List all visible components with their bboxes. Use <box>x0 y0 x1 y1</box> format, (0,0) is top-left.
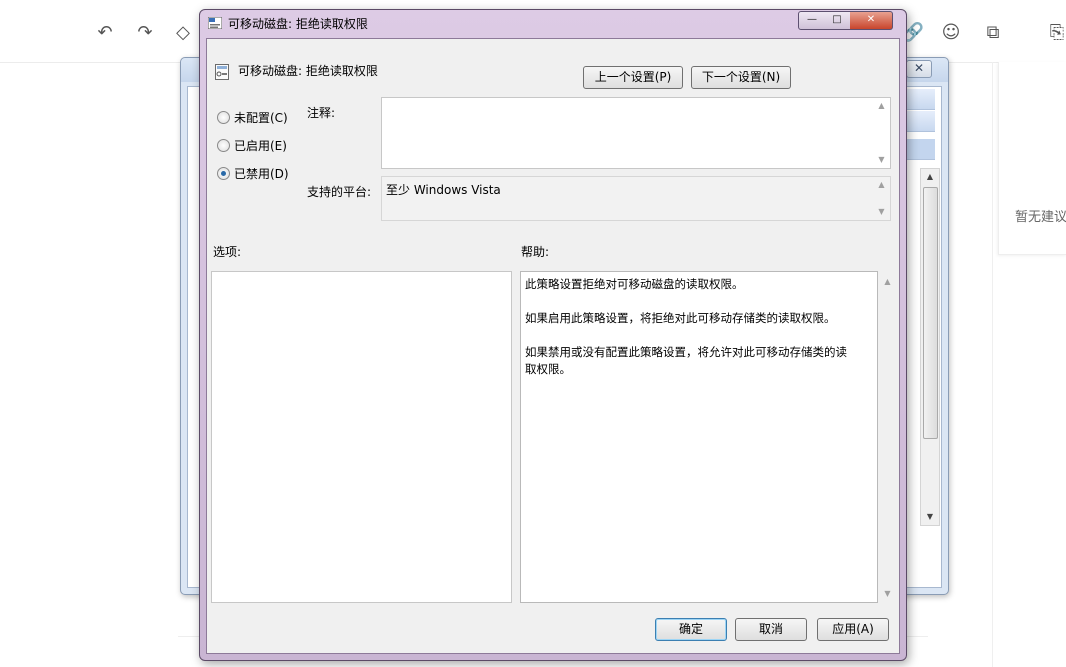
policy-dialog: 可移动磁盘: 拒绝读取权限 — □ ✕ 可移动磁盘: 拒绝读取权限 上一个设置(… <box>199 9 907 661</box>
help-panel: 此策略设置拒绝对可移动磁盘的读取权限。 如果启用此策略设置，将拒绝对此可移动存储… <box>520 271 878 603</box>
scrollbar-thumb[interactable] <box>923 187 938 439</box>
help-label: 帮助: <box>521 245 550 259</box>
dialog-titlebar[interactable]: 可移动磁盘: 拒绝读取权限 — □ ✕ <box>200 10 906 36</box>
next-setting-button[interactable]: 下一个设置(N) <box>691 66 791 89</box>
cancel-button[interactable]: 取消 <box>735 618 807 641</box>
suggestion-empty-text: 暂无建议 <box>1015 210 1066 225</box>
background-scrollbar[interactable]: ▲ ▼ <box>920 168 940 526</box>
radio-label: 已禁用(D) <box>234 167 289 181</box>
scroll-down-icon[interactable]: ▼ <box>873 205 890 219</box>
radio-label: 已启用(E) <box>234 139 287 153</box>
help-paragraph: 此策略设置拒绝对可移动磁盘的读取权限。 <box>525 277 744 291</box>
radio-button[interactable] <box>217 139 230 152</box>
ok-button[interactable]: 确定 <box>655 618 727 641</box>
maximize-button[interactable]: □ <box>824 11 851 30</box>
scroll-down-icon[interactable]: ▼ <box>879 587 896 601</box>
scroll-up-icon[interactable]: ▲ <box>879 275 896 289</box>
eraser-icon[interactable]: ◇ <box>170 20 196 46</box>
help-paragraph: 如果启用此策略设置，将拒绝对此可移动存储类的读取权限。 <box>525 311 836 325</box>
radio-button[interactable] <box>217 111 230 124</box>
background-close-icon[interactable]: ✕ <box>906 60 932 78</box>
platform-label: 支持的平台: <box>307 185 372 199</box>
scroll-down-icon[interactable]: ▼ <box>921 509 939 525</box>
policy-setting-icon <box>215 64 229 80</box>
maximize-icon: □ <box>832 14 842 25</box>
help-text: 此策略设置拒绝对可移动磁盘的读取权限。 如果启用此策略设置，将拒绝对此可移动存储… <box>525 276 857 395</box>
policy-app-icon <box>208 17 222 29</box>
help-scrollbar[interactable]: ▲ ▼ <box>879 271 896 603</box>
export-icon[interactable]: ⎘ <box>1044 20 1066 46</box>
dialog-title: 可移动磁盘: 拒绝读取权限 <box>228 17 368 31</box>
apply-button[interactable]: 应用(A) <box>817 618 889 641</box>
platform-scrollbar[interactable]: ▲ ▼ <box>873 177 890 220</box>
insert-icon[interactable]: ⧉ <box>980 20 1006 46</box>
options-panel <box>211 271 512 603</box>
radio-button-checked[interactable] <box>217 167 230 180</box>
close-icon: ✕ <box>866 14 876 25</box>
minimize-icon: — <box>807 14 817 25</box>
undo-icon[interactable]: ↶ <box>92 20 118 46</box>
radio-label: 未配置(C) <box>234 111 288 125</box>
scroll-down-icon[interactable]: ▼ <box>873 153 890 167</box>
scroll-up-icon[interactable]: ▲ <box>873 178 890 192</box>
editor-divider <box>992 62 993 667</box>
platform-value: 至少 Windows Vista <box>386 183 501 197</box>
dialog-client-area: 可移动磁盘: 拒绝读取权限 上一个设置(P) 下一个设置(N) 未配置(C) 已… <box>206 38 900 654</box>
comment-textarea[interactable]: ▲ ▼ <box>381 97 891 169</box>
scroll-up-icon[interactable]: ▲ <box>873 99 890 113</box>
comment-label: 注释: <box>307 106 336 120</box>
minimize-button[interactable]: — <box>798 11 826 30</box>
redo-icon[interactable]: ↷ <box>132 20 158 46</box>
scroll-up-icon[interactable]: ▲ <box>921 169 939 185</box>
previous-setting-button[interactable]: 上一个设置(P) <box>583 66 683 89</box>
close-button[interactable]: ✕ <box>850 11 893 30</box>
emoji-icon[interactable]: ☺ <box>938 20 964 46</box>
options-label: 选项: <box>213 245 242 259</box>
platform-field: 至少 Windows Vista ▲ ▼ <box>381 176 891 221</box>
suggestion-panel: 暂无建议 <box>998 62 1066 255</box>
comment-scrollbar[interactable]: ▲ ▼ <box>873 98 890 168</box>
help-paragraph: 如果禁用或没有配置此策略设置，将允许对此可移动存储类的读取权限。 <box>525 345 847 376</box>
policy-name: 可移动磁盘: 拒绝读取权限 <box>238 64 378 78</box>
